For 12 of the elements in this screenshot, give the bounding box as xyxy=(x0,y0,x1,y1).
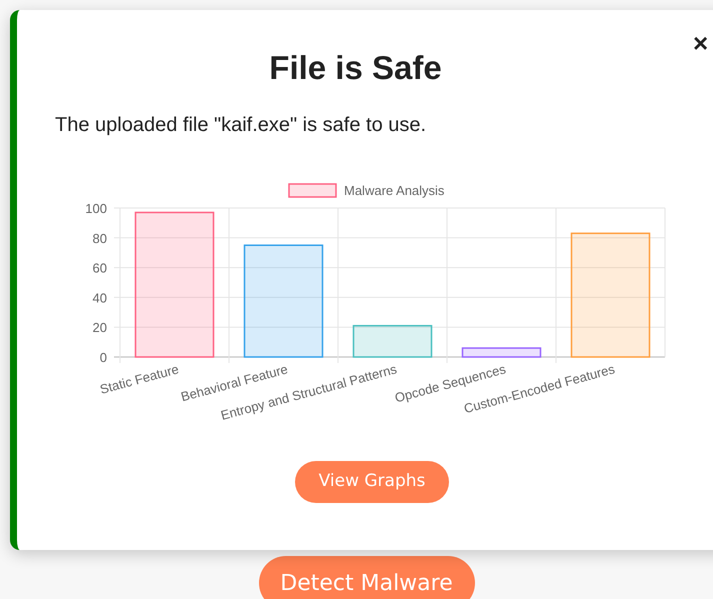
y-tick-label: 60 xyxy=(92,260,107,276)
detect-malware-button[interactable]: Detect Malware xyxy=(258,556,474,599)
y-tick-label: 40 xyxy=(92,290,107,306)
y-tick-label: 100 xyxy=(85,201,107,216)
modal-title: File is Safe xyxy=(268,48,443,88)
close-button[interactable]: × xyxy=(693,30,708,56)
result-message: The uploaded file "kaif.exe" is safe to use. xyxy=(55,113,428,138)
view-graphs-button[interactable]: View Graphs xyxy=(295,461,449,503)
legend-label: Malware Analysis xyxy=(344,183,444,198)
y-tick-label: 20 xyxy=(92,320,107,336)
legend-swatch xyxy=(288,183,337,198)
y-tick-label: 80 xyxy=(92,230,107,246)
